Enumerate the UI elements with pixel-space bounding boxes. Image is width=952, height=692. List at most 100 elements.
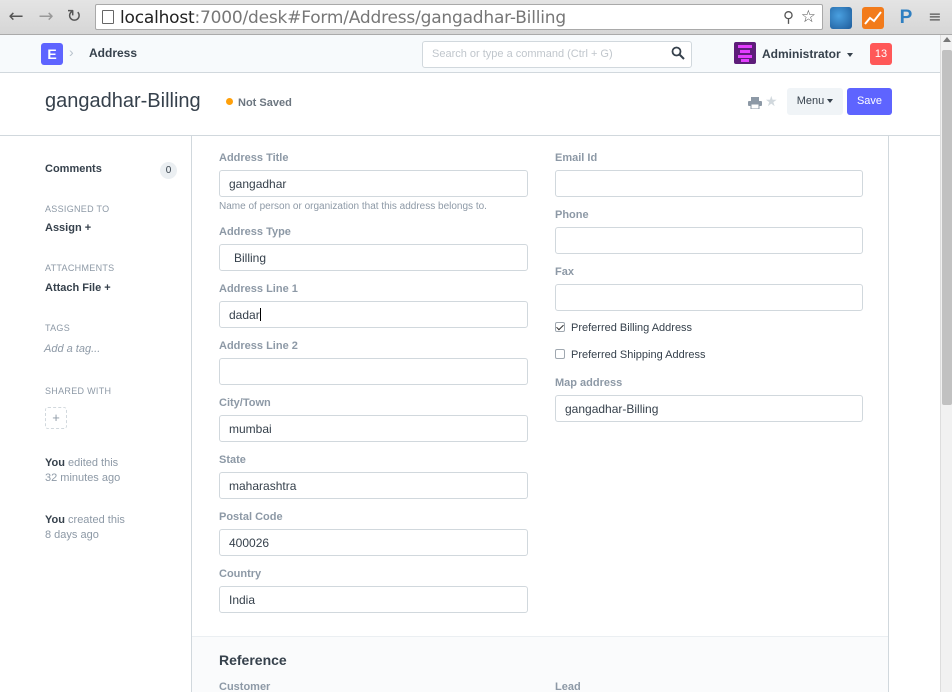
menu-label: Menu xyxy=(796,95,825,107)
address-type-select[interactable]: Billing xyxy=(219,244,528,271)
back-icon[interactable]: ← xyxy=(6,7,26,27)
shared-with-label: SHARED WITH xyxy=(45,386,112,396)
forward-icon[interactable]: → xyxy=(36,7,56,27)
address-title-help: Name of person or organization that this… xyxy=(219,201,487,212)
lead-label: Lead xyxy=(555,681,581,692)
country-label: Country xyxy=(219,568,262,580)
url-host: localhost xyxy=(120,8,195,28)
chevron-right-icon: › xyxy=(69,44,74,60)
browser-menu-icon[interactable]: ≡ xyxy=(925,7,945,27)
email-label: Email Id xyxy=(555,152,598,164)
preferred-shipping-label: Preferred Shipping Address xyxy=(571,349,706,361)
customer-label: Customer xyxy=(219,681,271,692)
city-input[interactable]: mumbai xyxy=(219,415,528,442)
url-text[interactable]: localhost:7000/desk#Form/Address/gangadh… xyxy=(120,8,566,28)
scroll-up-icon[interactable] xyxy=(943,37,951,42)
avatar-pattern-icon xyxy=(738,45,752,62)
activity-user: You xyxy=(45,514,65,526)
reference-section: Reference Customer Lead xyxy=(192,636,888,692)
email-input[interactable] xyxy=(555,170,863,197)
status-indicator: Not Saved xyxy=(226,97,292,109)
fax-label: Fax xyxy=(555,266,574,278)
address-line1-input[interactable]: dadar xyxy=(219,301,528,328)
app-logo[interactable]: E xyxy=(41,43,63,65)
map-address-input[interactable]: gangadhar-Billing xyxy=(555,395,863,422)
activity-user: You xyxy=(45,457,65,469)
phone-input[interactable] xyxy=(555,227,863,254)
app-navbar: E › Address Search or type a command (Ct… xyxy=(0,35,940,73)
awesome-search-input[interactable]: Search or type a command (Ctrl + G) xyxy=(422,41,692,68)
chart-line-icon xyxy=(864,11,882,25)
preferred-shipping-checkbox[interactable]: Preferred Shipping Address xyxy=(555,349,706,361)
state-label: State xyxy=(219,454,246,466)
comments-link[interactable]: Comments xyxy=(45,163,102,175)
address-bar[interactable]: localhost:7000/desk#Form/Address/gangadh… xyxy=(95,4,823,30)
page-title: gangadhar-Billing xyxy=(45,90,201,112)
status-text: Not Saved xyxy=(238,97,292,109)
activity-action: edited this xyxy=(64,457,119,469)
search-placeholder: Search or type a command (Ctrl + G) xyxy=(432,48,613,60)
browser-toolbar: ← → ↻ localhost:7000/desk#Form/Address/g… xyxy=(0,0,952,35)
address-type-label: Address Type xyxy=(219,226,291,238)
address-line2-label: Address Line 2 xyxy=(219,340,298,352)
postal-code-input[interactable]: 400026 xyxy=(219,529,528,556)
extension-chart-icon[interactable] xyxy=(862,7,884,29)
preferred-billing-checkbox[interactable]: Preferred Billing Address xyxy=(555,322,692,334)
tags-label: TAGS xyxy=(45,323,71,333)
fax-input[interactable] xyxy=(555,284,863,311)
reference-section-title: Reference xyxy=(219,652,287,668)
menu-button[interactable]: Menu xyxy=(787,88,843,115)
state-input[interactable]: maharashtra xyxy=(219,472,528,499)
checkbox-checked-icon[interactable] xyxy=(555,322,565,332)
search-icon xyxy=(671,46,685,60)
text-cursor xyxy=(259,308,261,321)
print-icon[interactable] xyxy=(748,97,762,109)
save-button[interactable]: Save xyxy=(847,88,892,115)
activity-time: 8 days ago xyxy=(45,529,99,541)
reload-icon[interactable]: ↻ xyxy=(64,7,84,27)
address-line1-value: dadar xyxy=(229,308,260,322)
activity-time: 32 minutes ago xyxy=(45,472,121,484)
page-scrollbar[interactable] xyxy=(940,35,952,692)
activity-item: You created this 8 days ago xyxy=(45,513,125,543)
zoom-icon[interactable]: ⚲ xyxy=(783,8,794,26)
notification-badge[interactable]: 13 xyxy=(870,43,892,65)
city-label: City/Town xyxy=(219,397,271,409)
share-add-button[interactable]: + xyxy=(45,407,67,429)
comments-count-badge: 0 xyxy=(160,162,177,179)
star-icon[interactable]: ★ xyxy=(765,93,778,110)
bookmark-star-icon[interactable]: ☆ xyxy=(801,7,816,27)
country-input[interactable]: India xyxy=(219,586,528,613)
page-head: gangadhar-Billing Not Saved ★ Menu Save xyxy=(0,73,940,136)
map-address-label: Map address xyxy=(555,377,623,389)
extension-p-icon[interactable]: P xyxy=(895,7,917,29)
scrollbar-thumb[interactable] xyxy=(942,50,952,405)
checkbox-unchecked-icon[interactable] xyxy=(555,349,565,359)
extension-globe-icon[interactable] xyxy=(830,7,852,29)
activity-action: created this xyxy=(64,514,125,526)
breadcrumb-address[interactable]: Address xyxy=(89,46,137,60)
user-name: Administrator xyxy=(762,47,841,61)
preferred-billing-label: Preferred Billing Address xyxy=(571,322,693,334)
attachments-label: ATTACHMENTS xyxy=(45,263,115,273)
address-title-label: Address Title xyxy=(219,152,289,164)
add-tag-input[interactable]: Add a tag... xyxy=(44,343,100,355)
attach-file-button[interactable]: Attach File + xyxy=(45,282,111,294)
status-dot-icon xyxy=(226,98,233,105)
address-title-input[interactable]: gangadhar xyxy=(219,170,528,197)
phone-label: Phone xyxy=(555,209,589,221)
address-line1-label: Address Line 1 xyxy=(219,283,298,295)
user-avatar[interactable] xyxy=(734,42,756,64)
form-body: Address Title gangadhar Name of person o… xyxy=(191,136,889,692)
address-line2-input[interactable] xyxy=(219,358,528,385)
caret-down-icon xyxy=(827,99,834,103)
assign-button[interactable]: Assign + xyxy=(45,222,91,234)
activity-item: You edited this 32 minutes ago xyxy=(45,456,120,486)
assigned-to-label: ASSIGNED TO xyxy=(45,204,110,214)
url-path: :7000/desk#Form/Address/gangadhar-Billin… xyxy=(194,8,567,28)
postal-code-label: Postal Code xyxy=(219,511,283,523)
page-icon xyxy=(102,10,114,24)
caret-down-icon xyxy=(847,53,854,57)
form-sidebar: Comments 0 ASSIGNED TO Assign + ATTACHME… xyxy=(0,136,191,692)
user-menu[interactable]: Administrator xyxy=(762,47,854,61)
